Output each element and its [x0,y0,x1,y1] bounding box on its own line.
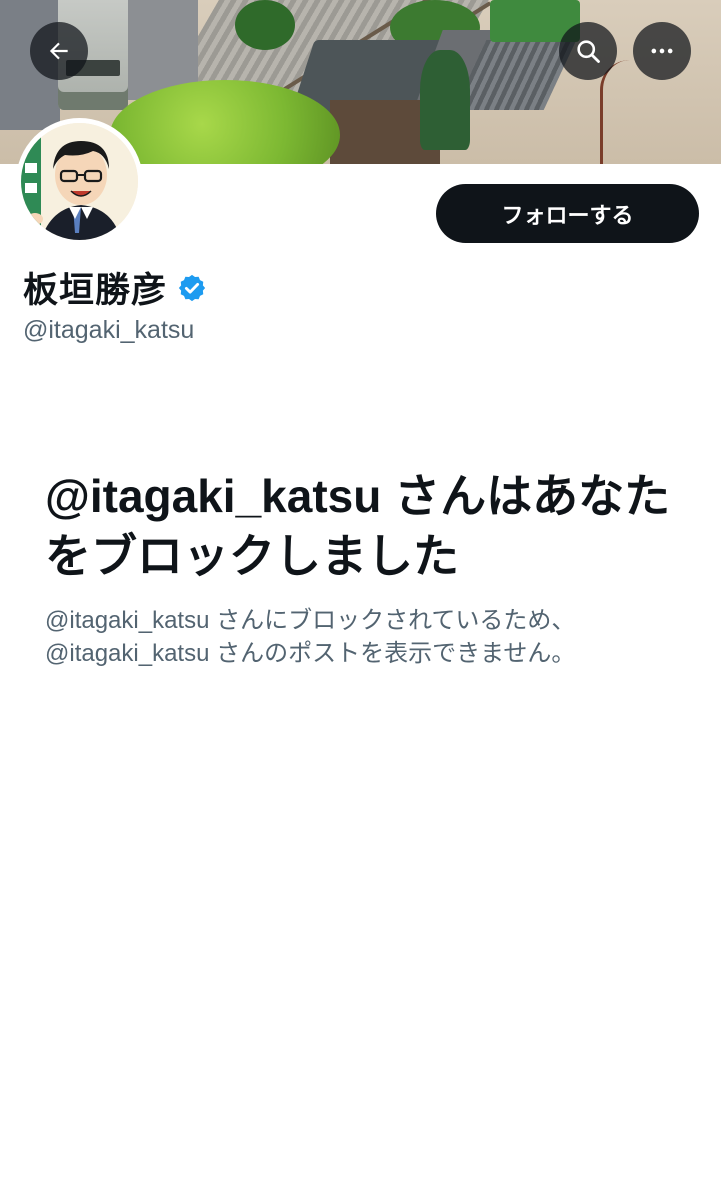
banner-tree [420,50,470,150]
verified-badge-icon[interactable] [177,273,207,303]
blocked-title: @itagaki_katsu さんはあなたをブロックしました [45,470,671,582]
more-horizontal-icon [651,48,673,54]
avatar-image [21,123,138,240]
search-button[interactable] [559,22,617,80]
blocked-description: @itagaki_katsu さんにブロックされているため、 @itagaki_… [45,604,685,670]
arrow-left-icon [49,42,68,60]
profile-handle: @itagaki_katsu [23,316,195,344]
back-button[interactable] [30,22,88,80]
blocked-description-line: @itagaki_katsu さんのポストを表示できません。 [45,640,576,667]
avatar[interactable] [16,118,143,245]
banner-tree [235,0,295,50]
search-icon [577,40,600,63]
display-name: 板垣勝彦 [23,271,168,310]
avatar-illustration [21,123,138,240]
more-button[interactable] [633,22,691,80]
blocked-description-line: @itagaki_katsu さんにブロックされているため、 [45,607,576,634]
banner-wire [600,60,650,164]
follow-button[interactable]: フォローする [436,184,699,243]
profile-name-row: 板垣勝彦 [23,262,207,313]
